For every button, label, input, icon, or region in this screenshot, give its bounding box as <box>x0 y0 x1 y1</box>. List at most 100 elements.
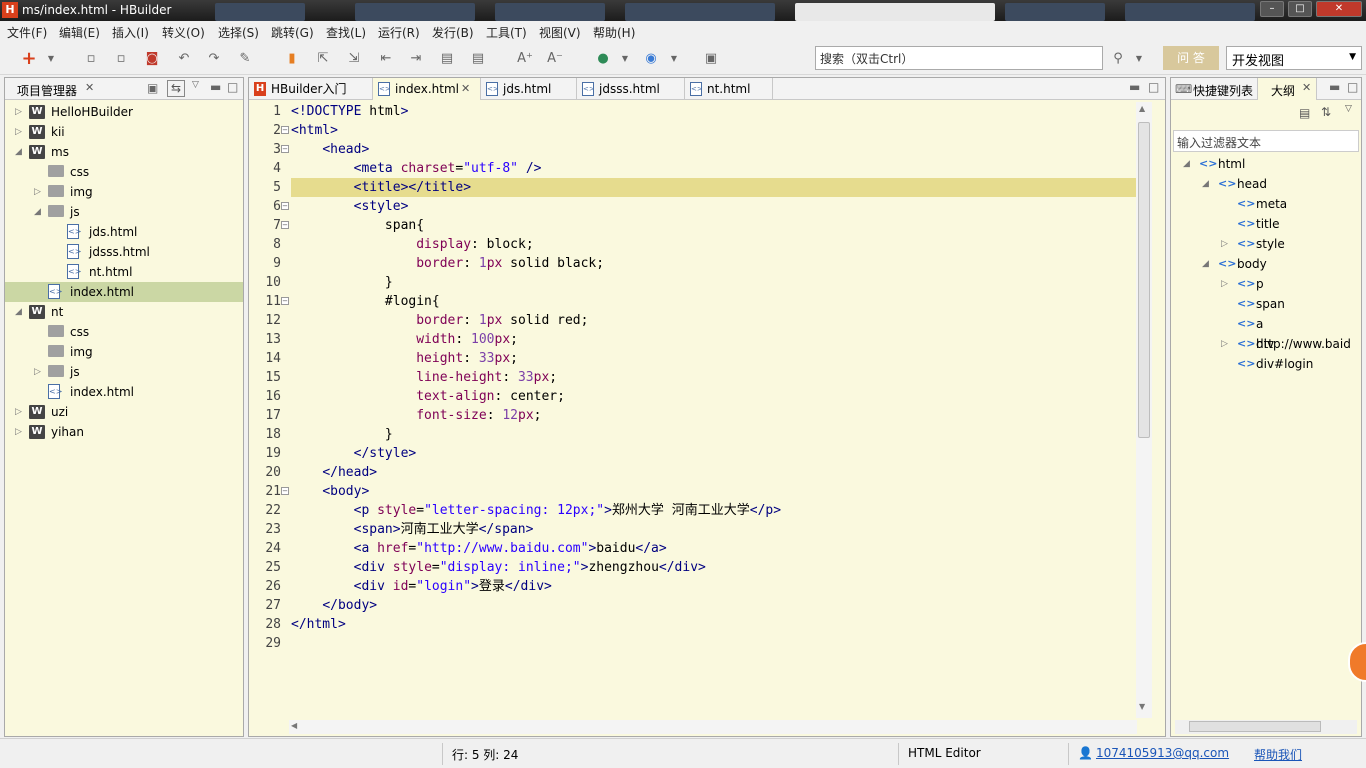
tree-item[interactable]: ▷ Wyihan <box>5 422 243 442</box>
new-icon[interactable]: + <box>20 50 38 68</box>
outline-item[interactable]: ◢ <> head <box>1171 174 1361 194</box>
menu-item-1[interactable]: 编辑(E) <box>59 24 100 41</box>
menu-item-7[interactable]: 运行(R) <box>378 24 420 41</box>
code-area[interactable]: <!DOCTYPE html> <html> <head> <meta chars… <box>291 102 1136 722</box>
code-line[interactable]: height: 33px; <box>291 349 1136 368</box>
fold-toggle-icon[interactable]: − <box>281 487 289 495</box>
collapse-all-icon[interactable]: ▣ <box>147 81 158 95</box>
fold-toggle-icon[interactable]: − <box>281 202 289 210</box>
menu-item-4[interactable]: 选择(S) <box>218 24 259 41</box>
run-icon[interactable]: ● <box>594 50 612 68</box>
minimize-icon[interactable]: ▬ <box>210 80 221 94</box>
revert-icon[interactable]: ◙ <box>143 50 161 68</box>
expanded-arrow-icon[interactable]: ◢ <box>15 302 25 322</box>
menu-item-9[interactable]: 工具(T) <box>486 24 527 41</box>
horizontal-scrollbar[interactable]: ◀ <box>289 720 1137 734</box>
outline-item[interactable]: ◢ <> body <box>1171 254 1361 274</box>
next-edit-icon[interactable]: ⇥ <box>407 50 425 68</box>
outline-item[interactable]: ◢ <> html <box>1171 154 1361 174</box>
menu-item-5[interactable]: 跳转(G) <box>271 24 314 41</box>
collapsed-arrow-icon[interactable]: ▷ <box>1221 274 1231 294</box>
expanded-arrow-icon[interactable]: ◢ <box>1183 154 1193 174</box>
outline-filter-input[interactable]: 输入过滤器文本 <box>1173 130 1359 152</box>
minimize-icon[interactable]: ▬ <box>1129 80 1140 94</box>
save-icon[interactable]: ▫ <box>82 50 100 68</box>
code-line[interactable] <box>291 634 1136 653</box>
close-button[interactable]: ✕ <box>1316 1 1362 17</box>
sort-icon[interactable]: ⇅ <box>1321 105 1331 119</box>
tree-item[interactable]: ▷ img <box>5 182 243 202</box>
minimize-button[interactable]: – <box>1260 1 1284 17</box>
tab-4[interactable]: <> nt.html <box>685 78 773 100</box>
menu-item-0[interactable]: 文件(F) <box>7 24 47 41</box>
code-line[interactable]: span{ <box>291 216 1136 235</box>
goto-next-icon[interactable]: ⇲ <box>345 50 363 68</box>
collapsed-arrow-icon[interactable]: ▷ <box>34 182 44 202</box>
tree-item[interactable]: ▷ js <box>5 362 243 382</box>
outline-item[interactable]: <> span <box>1171 294 1361 314</box>
code-line[interactable]: } <box>291 425 1136 444</box>
fold-toggle-icon[interactable]: − <box>281 145 289 153</box>
code-line[interactable]: text-align: center; <box>291 387 1136 406</box>
outline-item[interactable]: <> meta <box>1171 194 1361 214</box>
project-panel-title[interactable]: 项目管理器 <box>17 82 77 99</box>
code-line[interactable]: <meta charset="utf-8" /> <box>291 159 1136 178</box>
fold-toggle-icon[interactable]: − <box>281 221 289 229</box>
search-dropdown-icon[interactable]: ▼ <box>1130 50 1148 68</box>
font-increase-icon[interactable]: A⁺ <box>516 50 534 68</box>
menu-item-8[interactable]: 发行(B) <box>432 24 474 41</box>
minimize-icon[interactable]: ▬ <box>1329 80 1340 94</box>
collapsed-arrow-icon[interactable]: ▷ <box>34 362 44 382</box>
code-line[interactable]: <body> <box>291 482 1136 501</box>
browser-preview-icon[interactable]: ◉ <box>642 50 660 68</box>
format-icon[interactable]: ✎ <box>236 50 254 68</box>
tab-1[interactable]: <> index.html ✕ <box>373 78 481 100</box>
prev-edit-icon[interactable]: ⇤ <box>377 50 395 68</box>
scroll-left-icon[interactable]: ◀ <box>291 721 297 730</box>
code-line[interactable]: <style> <box>291 197 1136 216</box>
code-line[interactable]: display: block; <box>291 235 1136 254</box>
outline-item[interactable]: ▷ <> p <box>1171 274 1361 294</box>
fold-toggle-icon[interactable]: − <box>281 297 289 305</box>
tree-item[interactable]: img <box>5 342 243 362</box>
ask-button[interactable]: 问 答 <box>1163 46 1219 70</box>
tree-item[interactable]: ◢ Wnt <box>5 302 243 322</box>
code-line[interactable]: <div id="login">登录</div> <box>291 577 1136 596</box>
comment-icon[interactable]: ▤ <box>438 50 456 68</box>
font-decrease-icon[interactable]: A⁻ <box>546 50 564 68</box>
menu-item-10[interactable]: 视图(V) <box>539 24 581 41</box>
maximize-icon[interactable]: □ <box>1148 80 1159 94</box>
expanded-arrow-icon[interactable]: ◢ <box>15 142 25 162</box>
scroll-down-icon[interactable]: ▼ <box>1139 702 1145 711</box>
code-line[interactable]: <span>河南工业大学</span> <box>291 520 1136 539</box>
new-dropdown-icon[interactable]: ▼ <box>42 50 60 68</box>
help-icon[interactable]: ▣ <box>702 50 720 68</box>
code-line[interactable]: <html> <box>291 121 1136 140</box>
expanded-arrow-icon[interactable]: ◢ <box>34 202 44 222</box>
maximize-icon[interactable]: □ <box>227 80 238 94</box>
code-line[interactable]: font-size: 12px; <box>291 406 1136 425</box>
user-email-link[interactable]: 1074105913@qq.com <box>1096 746 1229 760</box>
fold-toggle-icon[interactable]: − <box>281 126 289 134</box>
close-icon[interactable]: ✕ <box>1302 81 1311 94</box>
code-line[interactable]: #login{ <box>291 292 1136 311</box>
uncomment-icon[interactable]: ▤ <box>469 50 487 68</box>
view-menu-icon[interactable]: ▽ <box>192 80 199 90</box>
maximize-icon[interactable]: □ <box>1347 80 1358 94</box>
browser-dropdown-icon[interactable]: ▼ <box>665 50 683 68</box>
collapsed-arrow-icon[interactable]: ▷ <box>15 402 25 422</box>
outline-horizontal-scrollbar[interactable] <box>1175 720 1357 734</box>
goto-icon[interactable]: ⇱ <box>314 50 332 68</box>
menu-item-11[interactable]: 帮助(H) <box>593 24 635 41</box>
tree-item[interactable]: ▷ Wuzi <box>5 402 243 422</box>
outline-item[interactable]: <> a http://www.baid <box>1171 314 1361 351</box>
code-line[interactable]: </style> <box>291 444 1136 463</box>
collapsed-arrow-icon[interactable]: ▷ <box>15 422 25 442</box>
close-tab-icon[interactable]: ✕ <box>461 78 470 100</box>
run-dropdown-icon[interactable]: ▼ <box>616 50 634 68</box>
link-editor-icon[interactable]: ⇆ <box>167 80 185 97</box>
code-line[interactable]: width: 100px; <box>291 330 1136 349</box>
tree-item[interactable]: ▷ Wkii <box>5 122 243 142</box>
expanded-arrow-icon[interactable]: ◢ <box>1202 174 1212 194</box>
help-us-link[interactable]: 帮助我们 <box>1254 746 1302 763</box>
